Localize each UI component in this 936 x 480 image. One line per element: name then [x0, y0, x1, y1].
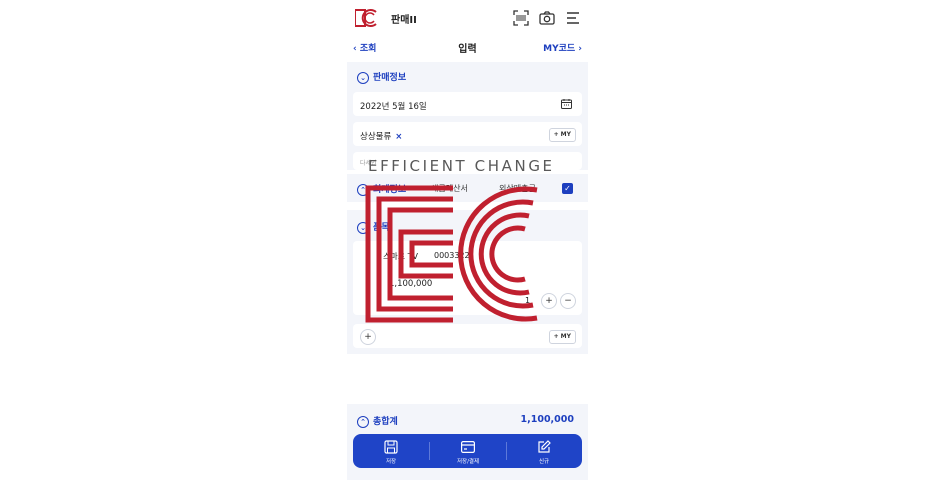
accounting-header[interactable]: ⌃ 회계정보 [357, 182, 406, 196]
footer-action-bar: 저장 저장/결제 신규 [353, 434, 582, 468]
save-and-pay-button[interactable]: 저장/결제 [430, 434, 506, 468]
accounting-heading: 회계정보 [373, 185, 407, 195]
collapse-icon: ⌄ [357, 221, 369, 234]
remove-customer-icon[interactable]: × [395, 132, 402, 142]
my-code-link[interactable]: MY코드 › [543, 41, 582, 54]
sales-info-header[interactable]: ⌄ 판매정보 [357, 70, 406, 84]
items-header[interactable]: ⌄ 품목 [357, 220, 390, 234]
barcode-scan-icon[interactable] [513, 10, 529, 26]
customer-my-button[interactable]: + MY [548, 128, 576, 142]
collapse-icon: ⌄ [357, 71, 369, 84]
sub-nav: ‹ 조회 입력 MY코드 › [347, 38, 588, 56]
expand-icon: ⌃ [357, 415, 369, 428]
item-card[interactable]: 스마트 TV 0003322 1,100,000 1 + − [353, 241, 582, 315]
edit-pencil-icon [538, 440, 551, 453]
sales-info-panel: ⌄ 판매정보 2022년 5월 16일 상상물류 × + MY 다세인 [347, 62, 588, 170]
tax-invoice-label[interactable]: 세금계산서 [431, 183, 468, 194]
item-amount: 1,100,000 [389, 279, 433, 289]
qty-plus-button[interactable]: + [541, 293, 557, 309]
camera-icon[interactable] [539, 10, 555, 26]
items-heading: 품목 [373, 223, 390, 233]
customer-chip: 상상물류 × [360, 130, 402, 142]
item-quantity[interactable]: 1 [525, 296, 530, 305]
partial-row-text: 다세인 [360, 160, 377, 167]
app-title: 판매II [391, 15, 417, 26]
total-header[interactable]: ⌃ 총합계 [357, 414, 398, 428]
expand-icon: ⌃ [357, 183, 369, 196]
accounting-panel: ⌃ 회계정보 세금계산서 외상매출금 [347, 174, 588, 202]
save-button[interactable]: 저장 [353, 434, 429, 468]
accounting-checkbox[interactable]: ✓ [562, 183, 573, 194]
date-value: 2022년 5월 16일 [360, 102, 427, 112]
calendar-icon[interactable] [561, 99, 572, 109]
save-disk-icon [384, 440, 398, 454]
card-icon [461, 441, 475, 453]
add-item-button[interactable]: + [360, 329, 376, 345]
new-label: 신규 [538, 459, 550, 465]
save-and-pay-label: 저장/결제 [456, 459, 480, 465]
add-item-row: + + MY [353, 324, 582, 348]
product-name: 스마트 TV [383, 252, 418, 261]
customer-field[interactable]: 상상물류 × + MY [353, 122, 582, 146]
date-field[interactable]: 2022년 5월 16일 [353, 92, 582, 116]
receivable-label[interactable]: 외상매출금 [499, 183, 536, 194]
save-label: 저장 [385, 459, 397, 465]
sales-info-heading: 판매정보 [373, 73, 407, 83]
items-panel: ⌄ 품목 스마트 TV 0003322 1,100,000 1 + − + + M… [347, 210, 588, 354]
total-value: 1,100,000 [520, 414, 575, 425]
total-heading: 총합계 [373, 417, 398, 427]
partial-row: 다세인 [353, 152, 582, 170]
qty-minus-button[interactable]: − [560, 293, 576, 309]
item-my-button[interactable]: + MY [548, 330, 576, 344]
app-header: 판매II [347, 0, 588, 36]
product-code: 0003322 [434, 251, 470, 260]
customer-name: 상상물류 [360, 132, 392, 142]
menu-icon[interactable] [565, 10, 581, 26]
phone-screen: 판매II ‹ 조회 입력 MY코드 › ⌄ 판매정보 2022년 5월 16일 [347, 0, 588, 480]
new-button[interactable]: 신규 [506, 434, 582, 468]
ec-logo-icon [355, 9, 377, 27]
